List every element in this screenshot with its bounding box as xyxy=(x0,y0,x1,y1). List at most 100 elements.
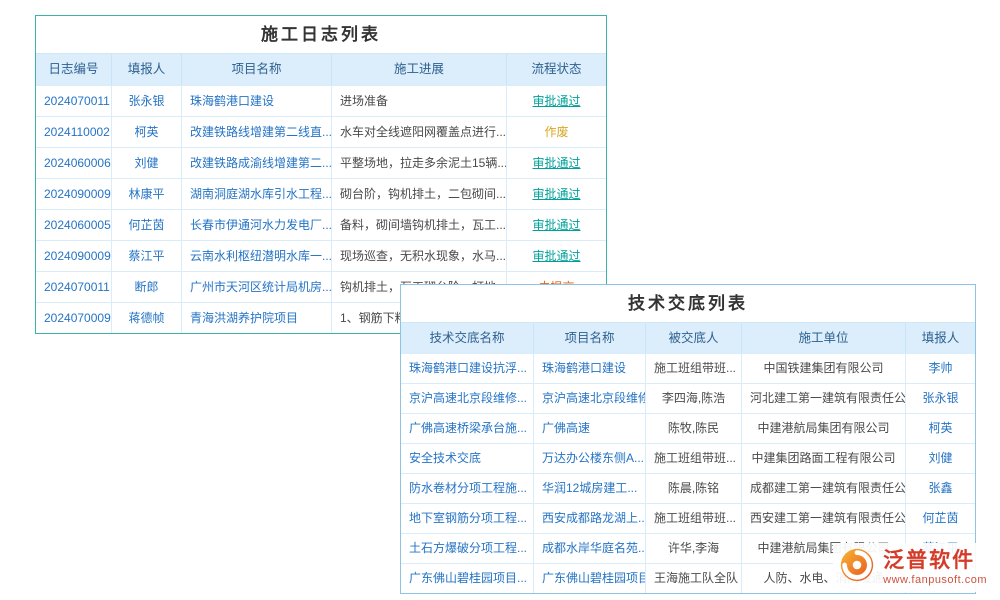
reporter-cell[interactable]: 刘健 xyxy=(111,147,181,178)
unit-cell: 成都建工第一建筑有限责任公司 xyxy=(741,473,905,503)
disclosure-table-row[interactable]: 京沪高速北京段维修... 京沪高速北京段维修 李四海,陈浩 河北建工第一建筑有限… xyxy=(401,383,975,413)
progress-cell: 现场巡查，无积水现象，水马... xyxy=(331,240,506,271)
technical-disclosure-header: 技术交底名称 项目名称 被交底人 施工单位 填报人 xyxy=(401,323,975,353)
fanpu-url: www.fanpusoft.com xyxy=(883,574,987,586)
unit-cell: 中建集团路面工程有限公司 xyxy=(741,443,905,473)
disclosure-table-row[interactable]: 广佛高速桥梁承台施... 广佛高速 陈牧,陈民 中建港航局集团有限公司 柯英 xyxy=(401,413,975,443)
fanpu-brand-name: 泛普软件 xyxy=(883,549,975,572)
disclosure-name-cell[interactable]: 地下室钢筋分项工程... xyxy=(401,503,533,533)
log-id-cell[interactable]: 2024070009 xyxy=(36,302,111,333)
receiver-cell: 陈晨,陈铭 xyxy=(645,473,741,503)
progress-cell: 水车对全线遮阳网覆盖点进行... xyxy=(331,116,506,147)
progress-cell: 砌台阶，钩机排土，二包砌间... xyxy=(331,178,506,209)
disclosure-name-cell[interactable]: 安全技术交底 xyxy=(401,443,533,473)
disclosure-table-row[interactable]: 地下室钢筋分项工程... 西安成都路龙湖上... 施工班组带班... 西安建工第… xyxy=(401,503,975,533)
column-header-unit: 施工单位 xyxy=(741,323,905,353)
status-cell[interactable]: 审批通过 xyxy=(506,178,606,209)
project-cell[interactable]: 京沪高速北京段维修 xyxy=(533,383,645,413)
reporter-cell[interactable]: 刘健 xyxy=(905,443,975,473)
disclosure-name-cell[interactable]: 广东佛山碧桂园项目... xyxy=(401,563,533,593)
log-id-cell[interactable]: 2024090009 xyxy=(36,240,111,271)
reporter-cell[interactable]: 张永银 xyxy=(111,85,181,116)
project-cell[interactable]: 云南水利枢纽潜明水库一... xyxy=(181,240,331,271)
reporter-cell[interactable]: 蒋德帧 xyxy=(111,302,181,333)
project-cell[interactable]: 改建铁路成渝线增建第二... xyxy=(181,147,331,178)
status-cell[interactable]: 审批通过 xyxy=(506,209,606,240)
disclosure-table-row[interactable]: 防水卷材分项工程施... 华润12城房建工... 陈晨,陈铭 成都建工第一建筑有… xyxy=(401,473,975,503)
disclosure-name-cell[interactable]: 京沪高速北京段维修... xyxy=(401,383,533,413)
log-table-row[interactable]: 2024090009 林康平 湖南洞庭湖水库引水工程... 砌台阶，钩机排土，二… xyxy=(36,178,606,209)
reporter-cell[interactable]: 柯英 xyxy=(111,116,181,147)
status-cell[interactable]: 审批通过 xyxy=(506,240,606,271)
disclosure-name-cell[interactable]: 珠海鹤港口建设抗浮... xyxy=(401,353,533,383)
project-cell[interactable]: 珠海鹤港口建设 xyxy=(533,353,645,383)
log-table-row[interactable]: 2024060006 刘健 改建铁路成渝线增建第二... 平整场地，拉走多余泥土… xyxy=(36,147,606,178)
column-header-reporter: 填报人 xyxy=(111,54,181,85)
project-cell[interactable]: 广州市天河区统计局机房... xyxy=(181,271,331,302)
project-cell[interactable]: 珠海鹤港口建设 xyxy=(181,85,331,116)
column-header-flow-status: 流程状态 xyxy=(506,54,606,85)
disclosure-table-row[interactable]: 珠海鹤港口建设抗浮... 珠海鹤港口建设 施工班组带班... 中国铁建集团有限公… xyxy=(401,353,975,383)
log-id-cell[interactable]: 2024090009 xyxy=(36,178,111,209)
project-cell[interactable]: 万达办公楼东侧A... xyxy=(533,443,645,473)
technical-disclosure-title: 技术交底列表 xyxy=(401,285,975,323)
project-cell[interactable]: 改建铁路线增建第二线直... xyxy=(181,116,331,147)
reporter-cell[interactable]: 林康平 xyxy=(111,178,181,209)
project-cell[interactable]: 长春市伊通河水力发电厂... xyxy=(181,209,331,240)
receiver-cell: 施工班组带班... xyxy=(645,503,741,533)
progress-cell: 平整场地，拉走多余泥土15辆... xyxy=(331,147,506,178)
project-cell[interactable]: 湖南洞庭湖水库引水工程... xyxy=(181,178,331,209)
column-header-progress: 施工进展 xyxy=(331,54,506,85)
project-cell[interactable]: 成都水岸华庭名苑... xyxy=(533,533,645,563)
log-table-row[interactable]: 2024090009 蔡江平 云南水利枢纽潜明水库一... 现场巡查，无积水现象… xyxy=(36,240,606,271)
construction-log-title: 施工日志列表 xyxy=(36,16,606,54)
unit-cell: 河北建工第一建筑有限责任公司 xyxy=(741,383,905,413)
project-cell[interactable]: 青海洪湖养护院项目 xyxy=(181,302,331,333)
log-id-cell[interactable]: 2024060006 xyxy=(36,147,111,178)
receiver-cell: 施工班组带班... xyxy=(645,443,741,473)
receiver-cell: 许华,李海 xyxy=(645,533,741,563)
column-header-receiver: 被交底人 xyxy=(645,323,741,353)
progress-cell: 进场准备 xyxy=(331,85,506,116)
fanpu-logo-icon xyxy=(838,546,876,589)
log-table-row[interactable]: 2024060005 何芷茵 长春市伊通河水力发电厂... 备料，砌间墙钩机排土… xyxy=(36,209,606,240)
status-cell[interactable]: 审批通过 xyxy=(506,147,606,178)
column-header-reporter: 填报人 xyxy=(905,323,975,353)
receiver-cell: 王海施工队全队 xyxy=(645,563,741,593)
log-table-row[interactable]: 2024070011 张永银 珠海鹤港口建设 进场准备 审批通过 xyxy=(36,85,606,116)
reporter-cell[interactable]: 何芷茵 xyxy=(905,503,975,533)
reporter-cell[interactable]: 蔡江平 xyxy=(111,240,181,271)
reporter-cell[interactable]: 张永银 xyxy=(905,383,975,413)
disclosure-table-row[interactable]: 安全技术交底 万达办公楼东侧A... 施工班组带班... 中建集团路面工程有限公… xyxy=(401,443,975,473)
column-header-project: 项目名称 xyxy=(181,54,331,85)
project-cell[interactable]: 华润12城房建工... xyxy=(533,473,645,503)
reporter-cell[interactable]: 李帅 xyxy=(905,353,975,383)
construction-log-header: 日志编号 填报人 项目名称 施工进展 流程状态 xyxy=(36,54,606,85)
disclosure-name-cell[interactable]: 防水卷材分项工程施... xyxy=(401,473,533,503)
log-id-cell[interactable]: 2024070011 xyxy=(36,85,111,116)
reporter-cell[interactable]: 柯英 xyxy=(905,413,975,443)
project-cell[interactable]: 西安成都路龙湖上... xyxy=(533,503,645,533)
unit-cell: 中国铁建集团有限公司 xyxy=(741,353,905,383)
progress-cell: 备料，砌间墙钩机排土，瓦工... xyxy=(331,209,506,240)
status-cell[interactable]: 审批通过 xyxy=(506,85,606,116)
reporter-cell[interactable]: 张鑫 xyxy=(905,473,975,503)
receiver-cell: 施工班组带班... xyxy=(645,353,741,383)
reporter-cell[interactable]: 断郎 xyxy=(111,271,181,302)
column-header-disclosure-name: 技术交底名称 xyxy=(401,323,533,353)
project-cell[interactable]: 广佛高速 xyxy=(533,413,645,443)
disclosure-name-cell[interactable]: 土石方爆破分项工程... xyxy=(401,533,533,563)
column-header-project-name: 项目名称 xyxy=(533,323,645,353)
reporter-cell[interactable]: 何芷茵 xyxy=(111,209,181,240)
status-cell[interactable]: 作废 xyxy=(506,116,606,147)
column-header-log-id: 日志编号 xyxy=(36,54,111,85)
log-table-row[interactable]: 2024110002 柯英 改建铁路线增建第二线直... 水车对全线遮阳网覆盖点… xyxy=(36,116,606,147)
log-id-cell[interactable]: 2024070011 xyxy=(36,271,111,302)
receiver-cell: 李四海,陈浩 xyxy=(645,383,741,413)
log-id-cell[interactable]: 2024110002 xyxy=(36,116,111,147)
fanpu-watermark: 泛普软件 www.fanpusoft.com xyxy=(833,543,992,592)
disclosure-name-cell[interactable]: 广佛高速桥梁承台施... xyxy=(401,413,533,443)
log-id-cell[interactable]: 2024060005 xyxy=(36,209,111,240)
project-cell[interactable]: 广东佛山碧桂园项目 xyxy=(533,563,645,593)
receiver-cell: 陈牧,陈民 xyxy=(645,413,741,443)
